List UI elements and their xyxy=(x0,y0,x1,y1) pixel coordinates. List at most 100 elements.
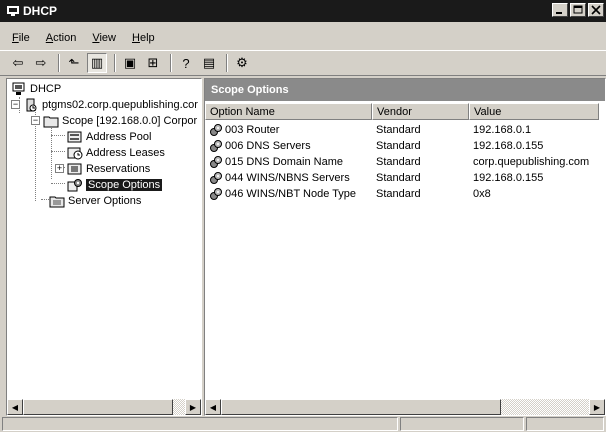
tree-label: Reservations xyxy=(86,163,151,175)
scroll-track[interactable] xyxy=(23,399,185,415)
scroll-thumb[interactable] xyxy=(221,399,501,415)
scroll-left-icon: ◀ xyxy=(11,402,19,412)
list-item[interactable]: 003 Router Standard 192.168.0.1 xyxy=(205,122,599,138)
show-hide-console-tree-icon: ▥ xyxy=(90,55,104,70)
menu-action[interactable]: Action xyxy=(46,32,77,44)
up-one-level-button[interactable]: ⬑ xyxy=(64,53,84,73)
tree-item-address-pool[interactable]: Address Pool xyxy=(67,129,151,145)
tree-item-dhcp[interactable]: DHCP xyxy=(11,81,61,97)
tree-item-address-leases[interactable]: Address Leases xyxy=(67,145,165,161)
status-panel xyxy=(2,417,398,431)
folder-options-icon xyxy=(49,194,65,208)
refresh-icon: ⊞ xyxy=(147,55,159,70)
option-vendor: Standard xyxy=(376,188,421,200)
properties-button[interactable]: ▣ xyxy=(120,53,140,73)
tree-item-scope-options[interactable]: Scope Options xyxy=(67,177,163,193)
forward-button[interactable]: ⇨ xyxy=(31,53,51,73)
option-name: 015 DNS Domain Name xyxy=(225,156,343,168)
tree-item-server-options[interactable]: Server Options xyxy=(49,193,141,209)
scroll-thumb[interactable] xyxy=(23,399,173,415)
forward-icon: ⇨ xyxy=(35,55,47,70)
tree-expander[interactable]: − xyxy=(31,116,40,125)
menu-help[interactable]: Help xyxy=(132,32,155,44)
toolbar-separator xyxy=(58,54,60,72)
list-item[interactable]: 006 DNS Servers Standard 192.168.0.155 xyxy=(205,138,599,154)
window-title: DHCP xyxy=(23,4,58,18)
scroll-left-icon: ◀ xyxy=(209,402,217,412)
column-header-option-name[interactable]: Option Name xyxy=(205,103,372,120)
help-button[interactable]: ? xyxy=(176,53,196,73)
close-button[interactable] xyxy=(588,3,604,17)
menu-help-label: elp xyxy=(139,32,155,44)
show-hide-console-tree-button[interactable]: ▥ xyxy=(87,53,107,73)
tree-label: Scope Options xyxy=(86,179,163,191)
title-bar: DHCP xyxy=(0,0,606,22)
minimize-icon xyxy=(556,12,562,14)
menu-file[interactable]: File xyxy=(12,32,30,44)
dhcp-server-icon xyxy=(6,5,20,17)
menu-view-label: iew xyxy=(99,32,116,44)
menu-help-accel: H xyxy=(132,32,140,44)
option-icon xyxy=(209,123,223,137)
menu-action-accel: A xyxy=(45,32,54,44)
list-item[interactable]: 046 WINS/NBT Node Type Standard 0x8 xyxy=(205,186,599,202)
tree-label: Address Leases xyxy=(86,147,165,159)
address-leases-icon xyxy=(67,146,83,160)
details-horizontal-scrollbar[interactable]: ◀ ▶ xyxy=(205,399,605,415)
tree-label: Server Options xyxy=(68,195,142,207)
menu-file-label: ile xyxy=(18,32,30,44)
option-vendor: Standard xyxy=(376,156,421,168)
back-button[interactable]: ⇦ xyxy=(8,53,28,73)
status-panel xyxy=(526,417,604,431)
toolbar-separator xyxy=(170,54,172,72)
dhcp-icon xyxy=(11,82,27,96)
reservations-icon xyxy=(67,162,83,176)
tree-connector xyxy=(51,183,65,184)
console-tree[interactable]: DHCP − ptgms02.corp.quepublishing.cor − … xyxy=(6,78,202,416)
column-header-vendor[interactable]: Vendor xyxy=(372,103,469,120)
tree-horizontal-scrollbar[interactable]: ◀ ▶ xyxy=(7,399,201,415)
tree-item-reservations[interactable]: Reservations xyxy=(67,161,150,177)
tree-expander[interactable]: + xyxy=(55,164,64,173)
tree-item-server[interactable]: ptgms02.corp.quepublishing.cor xyxy=(23,97,198,113)
minimize-button[interactable] xyxy=(552,3,568,17)
menu-action-label: ction xyxy=(53,32,77,44)
toolbar: ⇦ ⇨ ⬑ ▥ ▣ ⊞ ? ▤ ⚙ xyxy=(0,50,606,76)
refresh-button[interactable]: ⊞ xyxy=(143,53,163,73)
tree-connector xyxy=(51,135,65,136)
scroll-right-button[interactable]: ▶ xyxy=(185,399,201,415)
option-name: 003 Router xyxy=(225,124,280,136)
option-icon xyxy=(209,155,223,169)
scope-options-button[interactable]: ⚙ xyxy=(232,53,252,73)
scroll-right-button[interactable]: ▶ xyxy=(589,399,605,415)
menu-view[interactable]: View xyxy=(92,32,116,44)
list-item[interactable]: 044 WINS/NBNS Servers Standard 192.168.0… xyxy=(205,170,599,186)
option-name: 046 WINS/NBT Node Type xyxy=(225,188,357,200)
export-list-button[interactable]: ▤ xyxy=(199,53,219,73)
scroll-right-icon: ▶ xyxy=(189,402,197,412)
tree-label: DHCP xyxy=(30,83,62,95)
status-bar xyxy=(0,417,606,432)
list-item[interactable]: 015 DNS Domain Name Standard corp.quepub… xyxy=(205,154,599,170)
scroll-left-button[interactable]: ◀ xyxy=(205,399,221,415)
tree-connector xyxy=(51,151,65,152)
option-value: corp.quepublishing.com xyxy=(473,156,590,168)
properties-icon: ▣ xyxy=(123,55,137,70)
option-value: 192.168.0.155 xyxy=(473,140,544,152)
back-icon: ⇦ xyxy=(12,55,24,70)
column-header-value[interactable]: Value xyxy=(469,103,599,120)
option-icon xyxy=(209,139,223,153)
tree-expander[interactable]: − xyxy=(11,100,20,109)
export-list-icon: ▤ xyxy=(202,55,216,70)
tree-item-scope[interactable]: Scope [192.168.0.0] Corpor xyxy=(43,113,197,129)
details-header: Scope Options xyxy=(205,79,605,101)
option-value: 0x8 xyxy=(473,188,491,200)
status-panel xyxy=(400,417,524,431)
details-pane: Scope Options Option Name Vendor Value 0… xyxy=(204,78,606,416)
option-icon xyxy=(209,187,223,201)
option-name: 044 WINS/NBNS Servers xyxy=(225,172,350,184)
tree-label: Address Pool xyxy=(86,131,152,143)
maximize-button[interactable] xyxy=(570,3,586,17)
scroll-track[interactable] xyxy=(221,399,589,415)
scroll-left-button[interactable]: ◀ xyxy=(7,399,23,415)
